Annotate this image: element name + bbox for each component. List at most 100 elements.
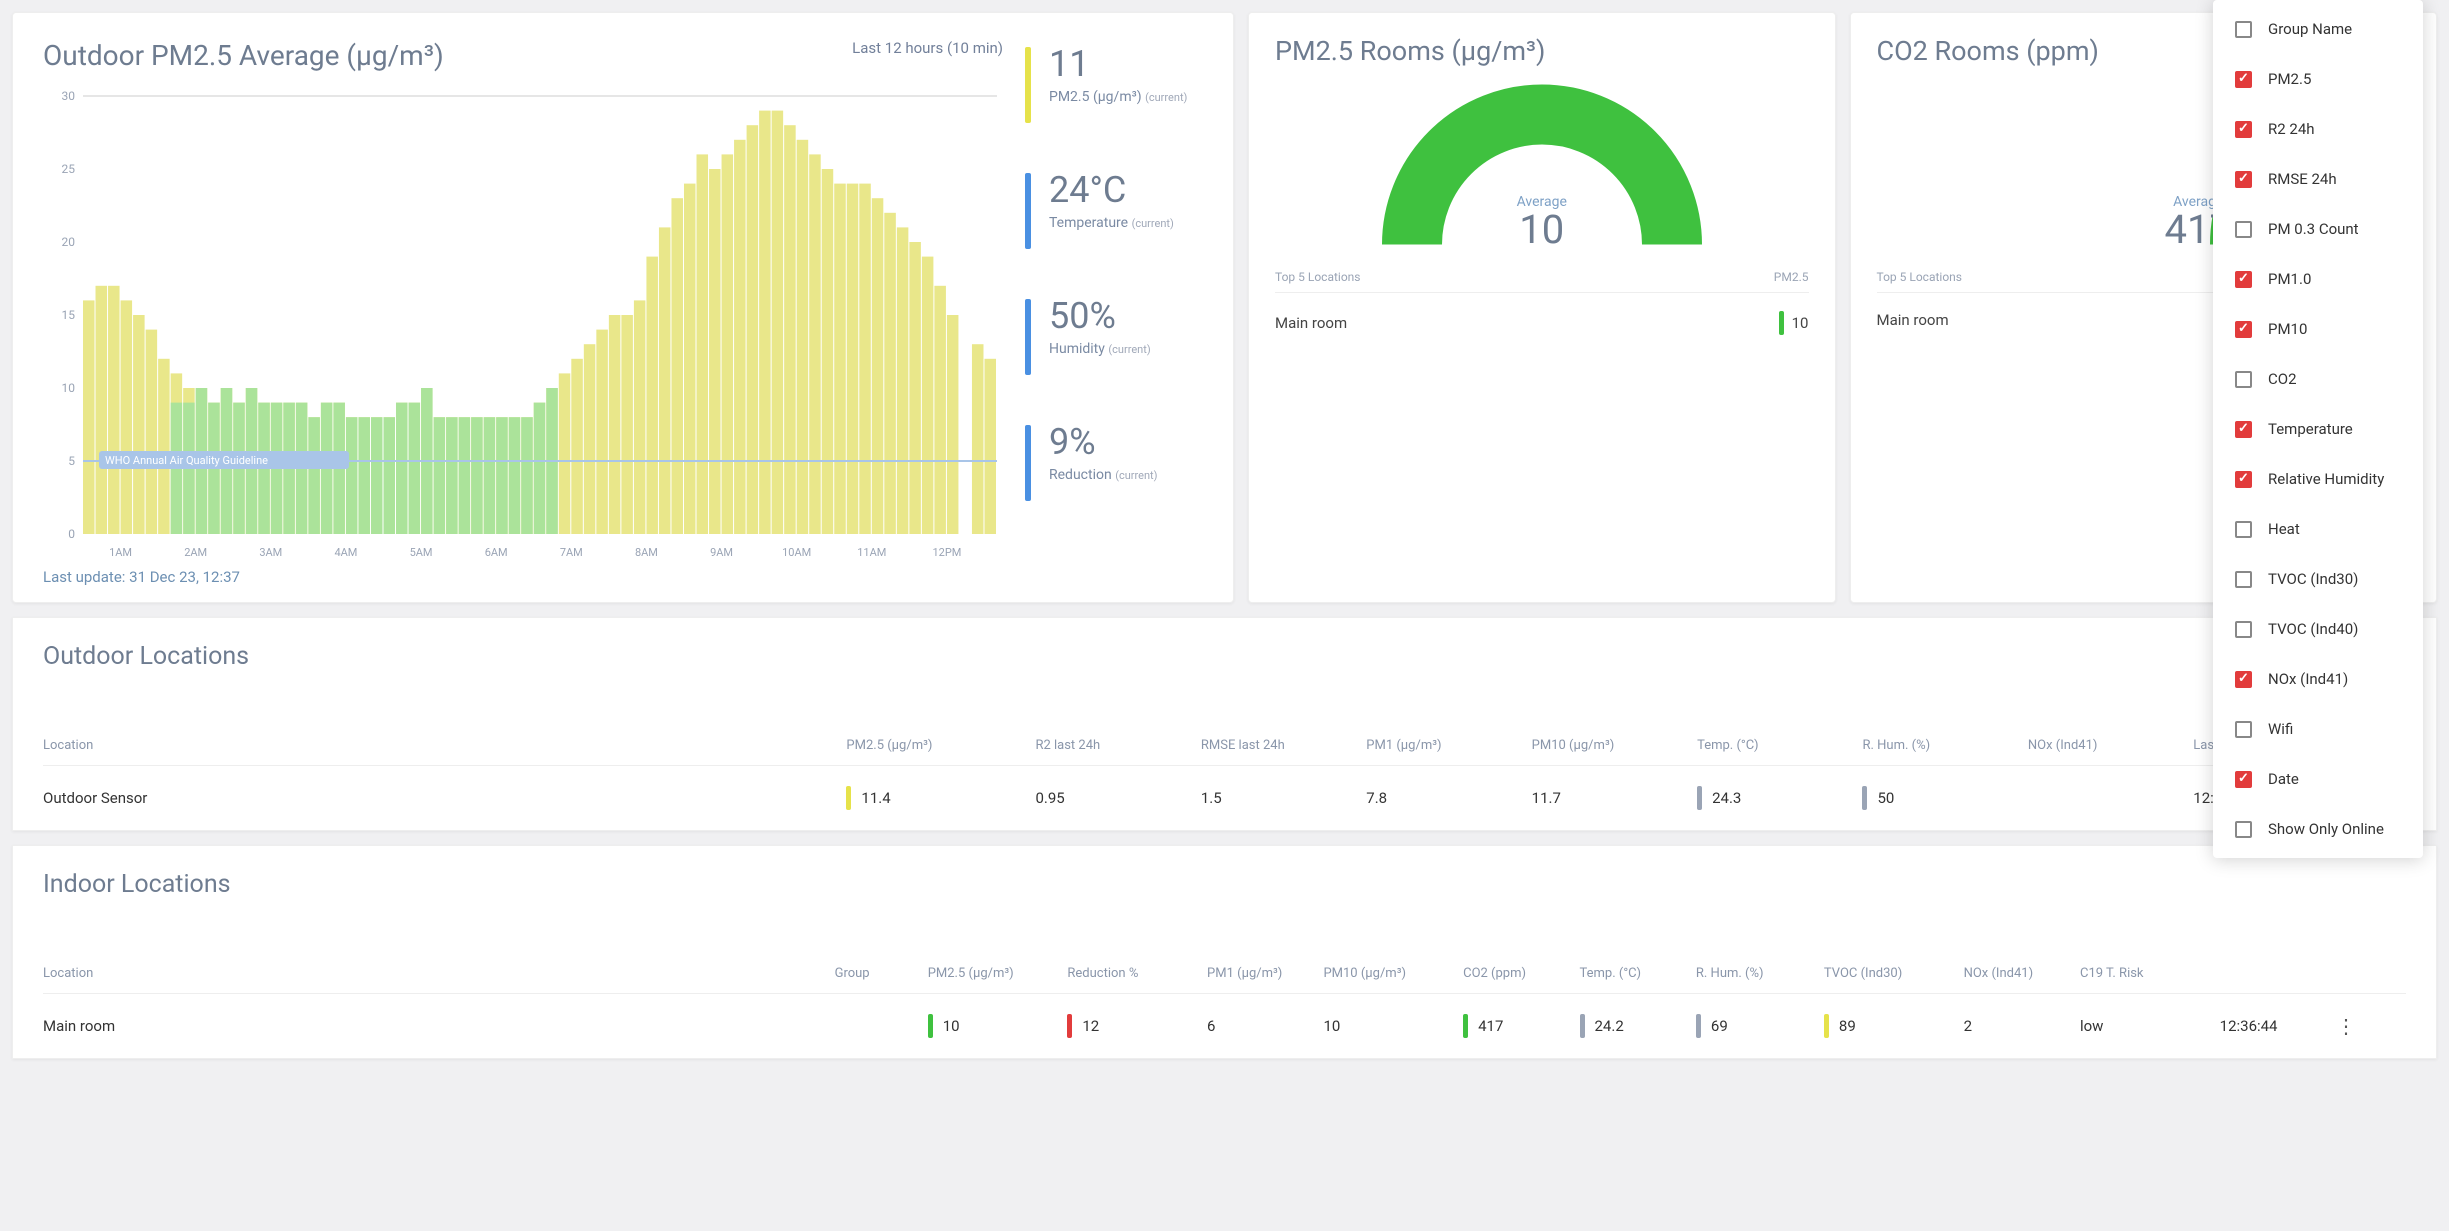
checkbox-icon[interactable] bbox=[2235, 321, 2252, 338]
column-header[interactable]: Temp. (°C) bbox=[1697, 726, 1862, 766]
checkbox-icon[interactable] bbox=[2235, 221, 2252, 238]
cell-value: 2 bbox=[1964, 994, 2080, 1059]
column-header[interactable] bbox=[2196, 954, 2219, 994]
checkbox-icon[interactable] bbox=[2235, 721, 2252, 738]
indoor-locations-card: Indoor Locations LocationGroupPM2.5 (µg/… bbox=[12, 845, 2437, 1059]
cell-location: Main room bbox=[43, 994, 835, 1059]
column-toggle-item[interactable]: PM10 bbox=[2213, 304, 2423, 354]
metric-label: Reduction (current) bbox=[1049, 467, 1157, 483]
svg-text:4AM: 4AM bbox=[334, 546, 357, 559]
column-header[interactable]: NOx (Ind41) bbox=[2028, 726, 2193, 766]
table-row[interactable]: Main room101261041724.269892low12:36:44⋮ bbox=[43, 994, 2406, 1059]
column-header[interactable]: R. Hum. (%) bbox=[1862, 726, 2027, 766]
metric-label: Temperature (current) bbox=[1049, 215, 1174, 231]
column-toggle-label: CO2 bbox=[2268, 370, 2297, 388]
cell-value bbox=[2196, 994, 2219, 1059]
metric-value: 50% bbox=[1049, 295, 1151, 337]
column-header[interactable]: C19 T. Risk bbox=[2080, 954, 2196, 994]
svg-text:1AM: 1AM bbox=[109, 546, 132, 559]
checkbox-icon[interactable] bbox=[2235, 271, 2252, 288]
cell-value: 12:36:44 bbox=[2220, 994, 2336, 1059]
column-toggle-item[interactable]: Show Only Online bbox=[2213, 804, 2423, 854]
column-header[interactable]: R2 last 24h bbox=[1035, 726, 1200, 766]
column-header[interactable] bbox=[2336, 954, 2406, 994]
cell-value: 11.4 bbox=[846, 786, 1025, 810]
column-header[interactable]: PM2.5 (µg/m³) bbox=[846, 726, 1035, 766]
column-toggle-item[interactable]: Date bbox=[2213, 754, 2423, 804]
checkbox-icon[interactable] bbox=[2235, 621, 2252, 638]
column-header[interactable] bbox=[2220, 954, 2336, 994]
checkbox-icon[interactable] bbox=[2235, 421, 2252, 438]
column-toggle-item[interactable]: PM1.0 bbox=[2213, 254, 2423, 304]
checkbox-icon[interactable] bbox=[2235, 771, 2252, 788]
column-header[interactable]: PM2.5 (µg/m³) bbox=[928, 954, 1068, 994]
metric-humidity: 50% Humidity (current) bbox=[1025, 295, 1203, 375]
column-header[interactable]: PM10 (µg/m³) bbox=[1323, 954, 1463, 994]
location-name: Main room bbox=[1877, 311, 1949, 329]
column-toggle-item[interactable]: Relative Humidity bbox=[2213, 454, 2423, 504]
column-toggle-label: PM 0.3 Count bbox=[2268, 220, 2359, 238]
column-header[interactable]: Location bbox=[43, 954, 835, 994]
svg-text:5: 5 bbox=[68, 454, 75, 468]
column-toggle-item[interactable]: PM 0.3 Count bbox=[2213, 204, 2423, 254]
checkbox-icon[interactable] bbox=[2235, 521, 2252, 538]
checkbox-icon[interactable] bbox=[2235, 671, 2252, 688]
table-row[interactable]: Outdoor Sensor11.40.951.57.811.724.35012… bbox=[43, 766, 2406, 831]
side-metrics: 11 PM2.5 (µg/m³) (current) 24°C Temperat… bbox=[1003, 39, 1203, 586]
checkbox-icon[interactable] bbox=[2235, 471, 2252, 488]
column-toggle-label: Wifi bbox=[2268, 720, 2293, 738]
column-header[interactable]: Reduction % bbox=[1067, 954, 1207, 994]
checkbox-icon[interactable] bbox=[2235, 571, 2252, 588]
svg-text:3AM: 3AM bbox=[259, 546, 282, 559]
metric-bar-icon bbox=[1025, 47, 1031, 123]
svg-text:12PM: 12PM bbox=[932, 546, 961, 559]
column-header[interactable]: CO2 (ppm) bbox=[1463, 954, 1579, 994]
cell-value: 89 bbox=[1824, 1014, 1954, 1038]
column-toggle-item[interactable]: RMSE 24h bbox=[2213, 154, 2423, 204]
metric-reduction: 9% Reduction (current) bbox=[1025, 421, 1203, 501]
column-header[interactable]: PM1 (µg/m³) bbox=[1207, 954, 1323, 994]
column-toggle-item[interactable]: Group Name bbox=[2213, 4, 2423, 54]
cell-value: 10 bbox=[928, 1014, 1058, 1038]
location-name: Main room bbox=[1275, 314, 1347, 332]
column-header[interactable]: NOx (Ind41) bbox=[1964, 954, 2080, 994]
column-header[interactable]: RMSE last 24h bbox=[1201, 726, 1366, 766]
svg-text:WHO Annual Air Quality Guideli: WHO Annual Air Quality Guideline bbox=[105, 454, 268, 467]
column-toggle-item[interactable]: Temperature bbox=[2213, 404, 2423, 454]
column-toggle-item[interactable]: CO2 bbox=[2213, 354, 2423, 404]
svg-text:11AM: 11AM bbox=[857, 546, 886, 559]
column-toggle-item[interactable]: R2 24h bbox=[2213, 104, 2423, 154]
column-toggle-item[interactable]: NOx (Ind41) bbox=[2213, 654, 2423, 704]
checkbox-icon[interactable] bbox=[2235, 71, 2252, 88]
column-header[interactable]: R. Hum. (%) bbox=[1696, 954, 1824, 994]
status-bar-icon bbox=[928, 1014, 933, 1038]
chart-subtitle: Last 12 hours (10 min) bbox=[852, 39, 1003, 57]
checkbox-icon[interactable] bbox=[2235, 371, 2252, 388]
checkbox-icon[interactable] bbox=[2235, 21, 2252, 38]
svg-text:10AM: 10AM bbox=[782, 546, 811, 559]
cell-location: Outdoor Sensor bbox=[43, 766, 846, 831]
column-header[interactable]: PM10 (µg/m³) bbox=[1532, 726, 1697, 766]
column-header[interactable]: Temp. (°C) bbox=[1580, 954, 1696, 994]
more-icon[interactable]: ⋮ bbox=[2336, 1014, 2356, 1038]
checkbox-icon[interactable] bbox=[2235, 171, 2252, 188]
column-toggle-item[interactable]: TVOC (Ind40) bbox=[2213, 604, 2423, 654]
column-header[interactable]: TVOC (Ind30) bbox=[1824, 954, 1964, 994]
column-header[interactable]: Group bbox=[835, 954, 928, 994]
column-header[interactable]: PM1 (µg/m³) bbox=[1366, 726, 1531, 766]
column-header[interactable]: Location bbox=[43, 726, 846, 766]
metric-label: Humidity (current) bbox=[1049, 341, 1151, 357]
column-toggle-label: R2 24h bbox=[2268, 120, 2315, 138]
checkbox-icon[interactable] bbox=[2235, 121, 2252, 138]
column-toggle-item[interactable]: PM2.5 bbox=[2213, 54, 2423, 104]
column-toggle-item[interactable]: Wifi bbox=[2213, 704, 2423, 754]
column-toggle-label: PM1.0 bbox=[2268, 270, 2311, 288]
pm25-rooms-card: PM2.5 Rooms (µg/m³) Average 10 Top 5 Loc… bbox=[1248, 12, 1836, 603]
chart-last-update: Last update: 31 Dec 23, 12:37 bbox=[43, 568, 1003, 586]
column-toggle-item[interactable]: Heat bbox=[2213, 504, 2423, 554]
checkbox-icon[interactable] bbox=[2235, 821, 2252, 838]
column-toggle-item[interactable]: TVOC (Ind30) bbox=[2213, 554, 2423, 604]
location-row[interactable]: Main room 10 bbox=[1275, 292, 1809, 353]
status-bar-icon bbox=[1696, 1014, 1701, 1038]
outdoor-pm25-chart-card: Outdoor PM2.5 Average (µg/m³) Last 12 ho… bbox=[12, 12, 1234, 603]
